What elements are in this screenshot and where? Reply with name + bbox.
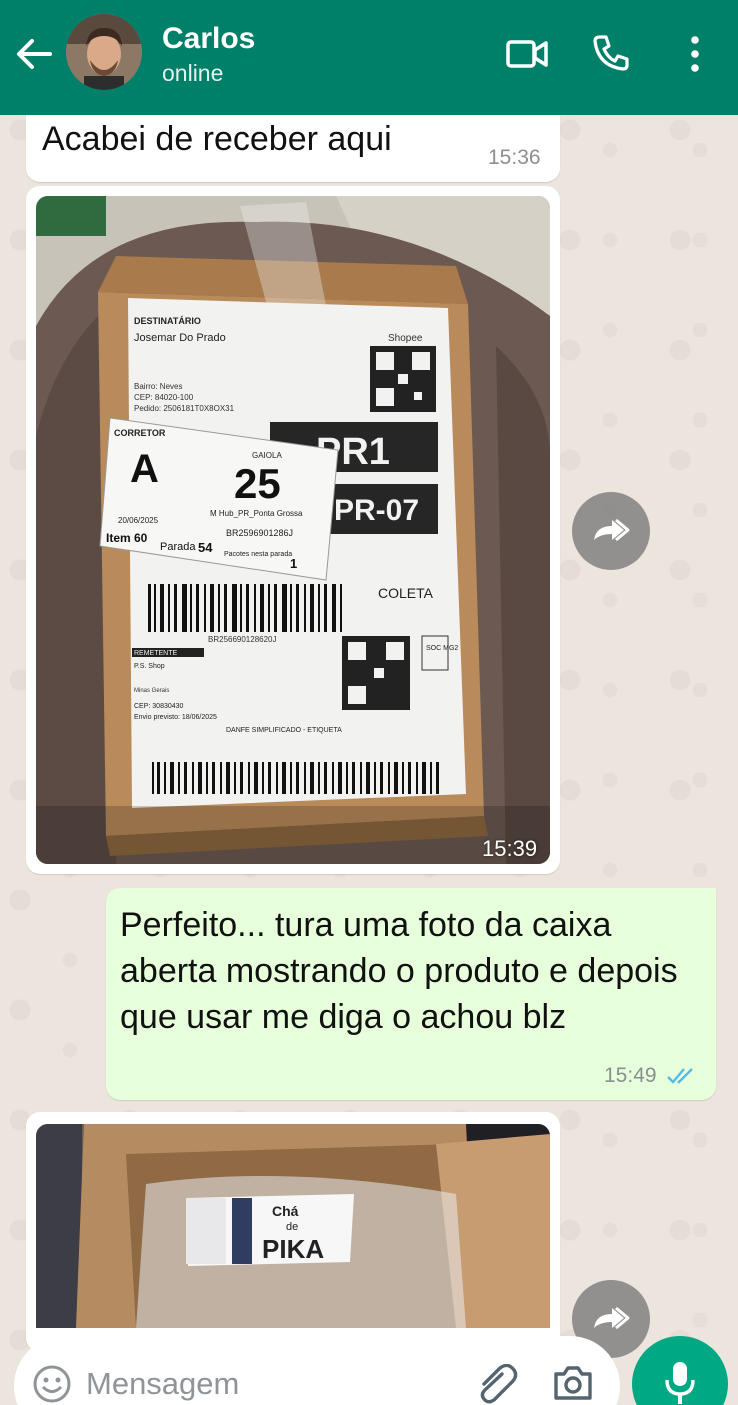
read-ticks-icon <box>667 1068 693 1084</box>
label-tracking: BR256690128620J <box>208 635 277 644</box>
voice-call-icon[interactable] <box>590 32 632 74</box>
label-envio: Envio previsto: 18/06/2025 <box>134 714 217 721</box>
mic-icon <box>665 1362 695 1404</box>
message-time: 15:36 <box>488 146 541 169</box>
attach-icon[interactable] <box>476 1364 520 1404</box>
message-input[interactable]: Mensagem <box>86 1366 239 1402</box>
label-brand: Shopee <box>388 333 423 344</box>
sticker-parada-label: Parada <box>160 541 196 553</box>
sticker-hub: M Hub_PR_Ponta Grossa <box>210 509 303 518</box>
sticker-pacotes-label: Pacotes nesta parada <box>224 551 292 558</box>
back-arrow-icon[interactable] <box>14 36 54 72</box>
label-bairro: Bairro: Neves <box>134 382 182 391</box>
message-time: 15:49 <box>604 1064 657 1087</box>
sticker-code: BR2596901286J <box>226 528 293 538</box>
label-route-code-2: PR-07 <box>334 494 419 527</box>
message-text: Acabei de receber aqui <box>42 120 392 158</box>
sticker-item: Item 60 <box>106 531 148 545</box>
product-photo[interactable]: Chá de PIKA <box>36 1124 550 1328</box>
label-sender-title: REMETENTE <box>134 650 178 657</box>
sticker-pacotes: 1 <box>290 556 297 571</box>
chat-header: Carlos online <box>0 0 738 115</box>
product-name-1: Chá <box>272 1203 299 1219</box>
label-recipient-name: Josemar Do Prado <box>134 332 226 344</box>
menu-dots-icon[interactable] <box>680 34 710 74</box>
sticker-date: 20/06/2025 <box>118 516 159 525</box>
label-soc: SOC MG2 <box>426 645 458 652</box>
sticker-letter: A <box>130 447 159 491</box>
label-recipient-title: DESTINATÁRIO <box>134 316 201 326</box>
product-name-3: PIKA <box>262 1234 324 1264</box>
contact-status: online <box>162 60 224 86</box>
video-call-icon[interactable] <box>504 34 550 74</box>
label-sender: P.S. Shop <box>134 663 165 670</box>
camera-icon[interactable] <box>552 1364 594 1402</box>
label-coleta: COLETA <box>378 585 434 601</box>
package-photo[interactable]: DESTINATÁRIO Josemar Do Prado Bairro: Ne… <box>36 196 550 864</box>
message-text: Perfeito... tura uma foto da caixa abert… <box>120 906 678 1036</box>
sticker-gaiola: 25 <box>234 460 281 507</box>
image-time: 15:39 <box>482 836 538 861</box>
label-sender-cep: CEP: 30830430 <box>134 703 184 710</box>
label-pedido: Pedido: 2506181T0X8OX31 <box>134 404 235 413</box>
emoji-icon[interactable] <box>32 1364 72 1404</box>
label-cep: CEP: 84020-100 <box>134 393 194 402</box>
sticker-gaiola-label: GAIOLA <box>252 451 282 460</box>
contact-avatar[interactable] <box>66 14 142 90</box>
product-name-2: de <box>286 1221 298 1233</box>
sticker-parada: 54 <box>198 540 213 555</box>
contact-name[interactable]: Carlos <box>162 22 255 56</box>
label-danfe: DANFE SIMPLIFICADO - ETIQUETA <box>226 727 342 734</box>
label-sender-city: Minas Gerais <box>134 688 169 694</box>
sticker-corretor: CORRETOR <box>114 428 166 438</box>
forward-icon[interactable] <box>572 492 650 570</box>
